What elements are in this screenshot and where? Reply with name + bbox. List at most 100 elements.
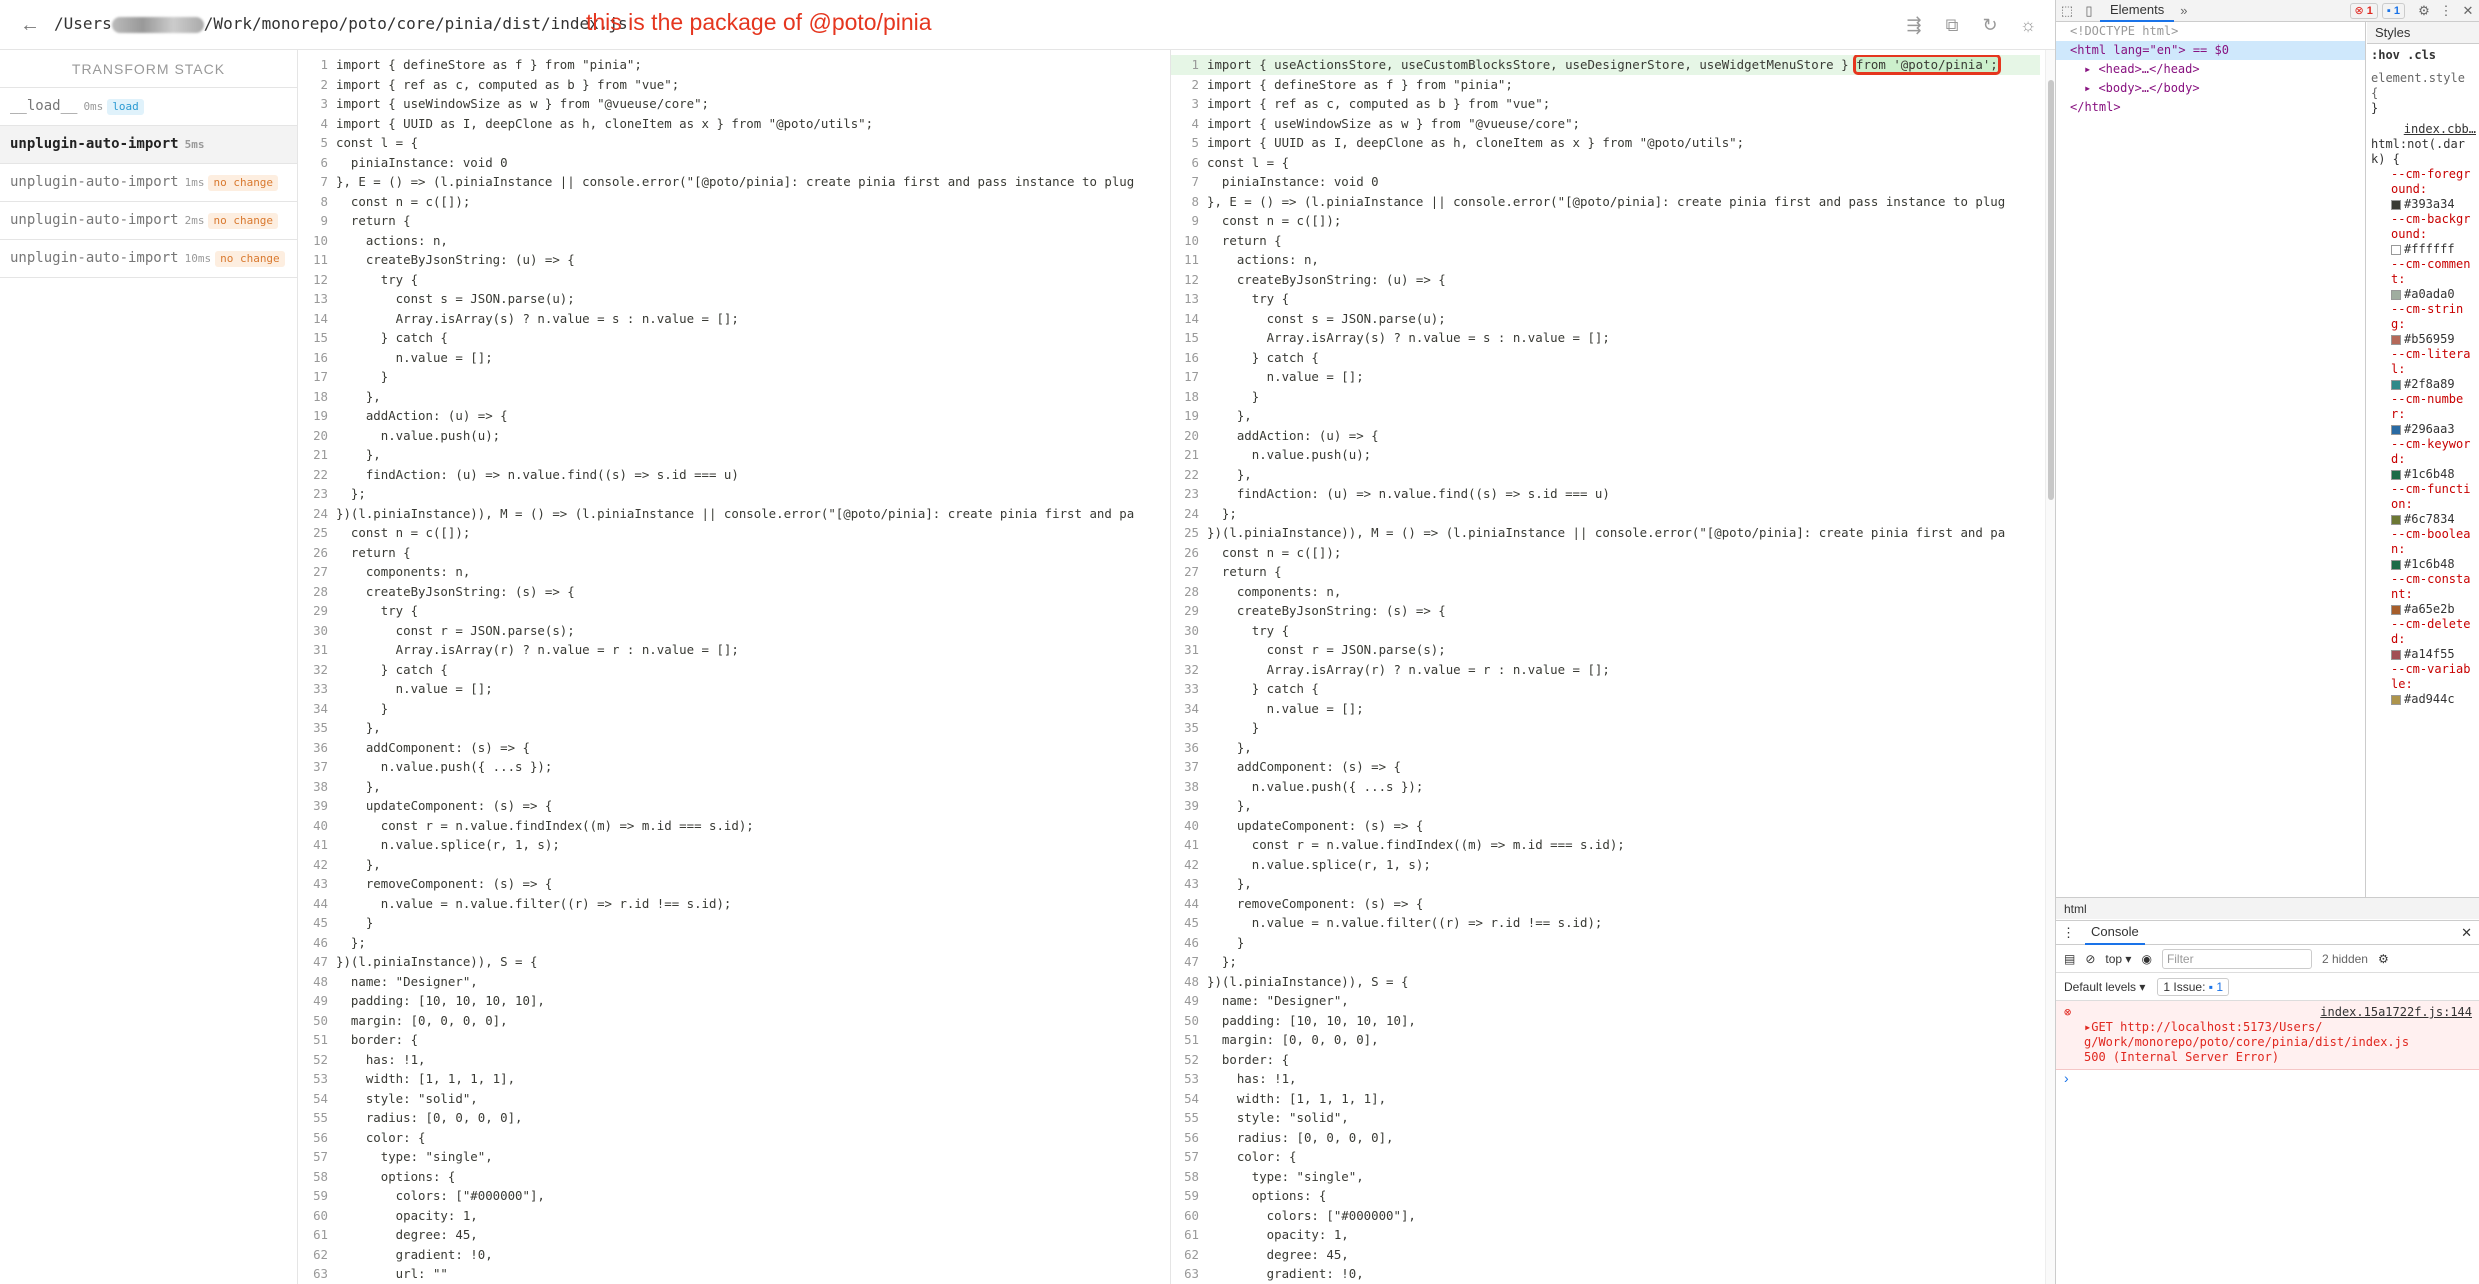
error-request[interactable]: GET http://localhost:5173/Users/ xyxy=(2091,1020,2322,1034)
head-node[interactable]: ▸ <head>…</head> xyxy=(2056,60,2365,79)
css-variable-value[interactable]: #1c6b48 xyxy=(2371,557,2476,572)
more-tabs-icon[interactable]: » xyxy=(2180,3,2187,18)
css-variable-name[interactable]: --cm-function: xyxy=(2371,482,2476,512)
back-arrow-icon[interactable]: ← xyxy=(20,13,44,37)
transform-stack-item[interactable]: unplugin-auto-import 2ms no change xyxy=(0,202,297,240)
breadcrumb[interactable]: html xyxy=(2056,897,2479,919)
css-variable-value[interactable]: #b56959 xyxy=(2371,332,2476,347)
code-line: 26 return { xyxy=(300,543,1168,563)
transform-stack-item[interactable]: unplugin-auto-import 10ms no change xyxy=(0,240,297,278)
doctype-node[interactable]: <!DOCTYPE html> xyxy=(2056,22,2365,41)
css-variable-value[interactable]: #ffffff xyxy=(2371,242,2476,257)
wrap-lines-icon[interactable]: ⇶ xyxy=(1901,12,1927,38)
sidebar-toggle-icon[interactable]: ▤ xyxy=(2064,952,2075,966)
color-swatch[interactable] xyxy=(2391,289,2401,300)
css-variable-value[interactable]: #1c6b48 xyxy=(2371,467,2476,482)
console-filter-input[interactable]: Filter xyxy=(2161,948,2312,969)
scrollbar-thumb[interactable] xyxy=(2048,80,2054,500)
css-variable-name[interactable]: --cm-literal: xyxy=(2371,347,2476,377)
css-variable-value[interactable]: #6c7834 xyxy=(2371,512,2476,527)
css-variable-name[interactable]: --cm-number: xyxy=(2371,392,2476,422)
html-node[interactable]: <html lang="en"> == $0 xyxy=(2056,41,2365,60)
error-path[interactable]: g/Work/monorepo/poto/core/pinia/dist/ind… xyxy=(2084,1035,2472,1050)
code-line: 31 Array.isArray(r) ? n.value = r : n.va… xyxy=(300,640,1168,660)
line-number: 23 xyxy=(313,486,328,501)
css-variable-name[interactable]: --cm-constant: xyxy=(2371,572,2476,602)
transform-stack-item[interactable]: unplugin-auto-import 5ms xyxy=(0,126,297,164)
css-variable-value[interactable]: #ad944c xyxy=(2371,692,2476,707)
code-text: const n = c([]); xyxy=(336,193,471,209)
css-variable-name[interactable]: --cm-variable: xyxy=(2371,662,2476,692)
device-toolbar-icon[interactable]: ▯ xyxy=(2078,3,2100,19)
css-variable-name[interactable]: --cm-boolean: xyxy=(2371,527,2476,557)
color-swatch[interactable] xyxy=(2391,604,2401,615)
css-variable-name[interactable]: --cm-foreground: xyxy=(2371,167,2476,197)
css-variable-value[interactable]: #a0ada0 xyxy=(2371,287,2476,302)
close-drawer-icon[interactable]: ✕ xyxy=(2461,925,2472,941)
console-prompt[interactable]: › xyxy=(2056,1070,2479,1086)
code-text: padding: [10, 10, 10, 10], xyxy=(1207,1012,1416,1028)
color-swatch[interactable] xyxy=(2391,379,2401,390)
kebab-menu-icon[interactable]: ⋮ xyxy=(2435,3,2457,19)
color-swatch[interactable] xyxy=(2391,559,2401,570)
code-line: 44 n.value = n.value.filter((r) => r.id … xyxy=(300,894,1168,914)
context-select[interactable]: top ▾ xyxy=(2105,952,2131,966)
transform-stack-item[interactable]: unplugin-auto-import 1ms no change xyxy=(0,164,297,202)
color-swatch[interactable] xyxy=(2391,334,2401,345)
css-variable-value[interactable]: #296aa3 xyxy=(2371,422,2476,437)
live-expression-icon[interactable]: ◉ xyxy=(2141,952,2151,966)
tab-elements[interactable]: Elements xyxy=(2100,0,2175,22)
css-variable-value[interactable]: #a65e2b xyxy=(2371,602,2476,617)
code-text: const r = n.value.findIndex((m) => m.id … xyxy=(1207,837,1625,852)
css-variable-name[interactable]: --cm-string: xyxy=(2371,302,2476,332)
code-line: 63 url: "" xyxy=(300,1264,1168,1284)
color-swatch[interactable] xyxy=(2391,199,2401,210)
levels-select[interactable]: Default levels ▾ xyxy=(2064,980,2145,994)
theme-toggle-icon[interactable]: ☼ xyxy=(2015,12,2041,38)
console-settings-icon[interactable]: ⚙ xyxy=(2378,952,2389,966)
transform-stack-item[interactable]: __load__ 0ms load xyxy=(0,88,297,126)
css-variable-name[interactable]: --cm-deleted: xyxy=(2371,617,2476,647)
close-icon[interactable]: ✕ xyxy=(2457,3,2479,19)
line-number: 34 xyxy=(1184,700,1199,716)
code-line: 5 const l = { xyxy=(300,133,1168,153)
css-variable-value[interactable]: #a14f55 xyxy=(2371,647,2476,662)
settings-gear-icon[interactable]: ⚙ xyxy=(2413,3,2435,19)
css-variable-value[interactable]: #2f8a89 xyxy=(2371,377,2476,392)
refresh-icon[interactable]: ↻ xyxy=(1977,12,2003,38)
code-text: }, xyxy=(336,856,381,872)
css-variable-value[interactable]: #393a34 xyxy=(2371,197,2476,212)
color-swatch[interactable] xyxy=(2391,694,2401,705)
css-variable-name[interactable]: --cm-background: xyxy=(2371,212,2476,242)
line-number: 7 xyxy=(1191,174,1199,189)
issues-button[interactable]: 1 Issue: ▪ 1 xyxy=(2157,977,2230,996)
error-count[interactable]: ⊗ 1 xyxy=(2349,2,2378,19)
color-swatch[interactable] xyxy=(2391,469,2401,480)
line-number: 3 xyxy=(1191,96,1199,111)
code-line: 11 createByJsonString: (u) => { xyxy=(300,250,1168,270)
split-view-icon[interactable]: ⧉ xyxy=(1939,12,1965,38)
line-number: 12 xyxy=(313,271,328,287)
css-variable-name[interactable]: --cm-comment: xyxy=(2371,257,2476,287)
inspect-element-icon[interactable]: ⬚ xyxy=(2056,3,2078,19)
color-swatch[interactable] xyxy=(2391,514,2401,525)
tab-styles[interactable]: Styles xyxy=(2367,22,2479,44)
code-text: piniaInstance: void 0 xyxy=(1207,174,1379,189)
body-node[interactable]: ▸ <body>…</body> xyxy=(2056,79,2365,98)
line-number: 22 xyxy=(1184,466,1199,482)
color-swatch[interactable] xyxy=(2391,244,2401,255)
message-count[interactable]: ▪ 1 xyxy=(2381,2,2405,19)
drawer-menu-icon[interactable]: ⋮ xyxy=(2062,925,2075,941)
styles-filter[interactable]: :hov .cls xyxy=(2371,48,2476,63)
error-badges[interactable]: ⊗ 1 ▪ 1 xyxy=(2349,2,2405,19)
tab-console[interactable]: Console xyxy=(2085,921,2145,945)
color-swatch[interactable] xyxy=(2391,649,2401,660)
line-number: 22 xyxy=(313,466,328,482)
code-text: import { defineStore as f } from "pinia"… xyxy=(336,57,642,72)
css-variable-name[interactable]: --cm-keyword: xyxy=(2371,437,2476,467)
error-source-link[interactable]: index.15a1722f.js:144 xyxy=(2320,1005,2472,1019)
scrollbar[interactable] xyxy=(2045,50,2055,1284)
clear-console-icon[interactable]: ⊘ xyxy=(2085,952,2095,966)
color-swatch[interactable] xyxy=(2391,424,2401,435)
style-source-link[interactable]: index.cbb… xyxy=(2371,122,2476,137)
